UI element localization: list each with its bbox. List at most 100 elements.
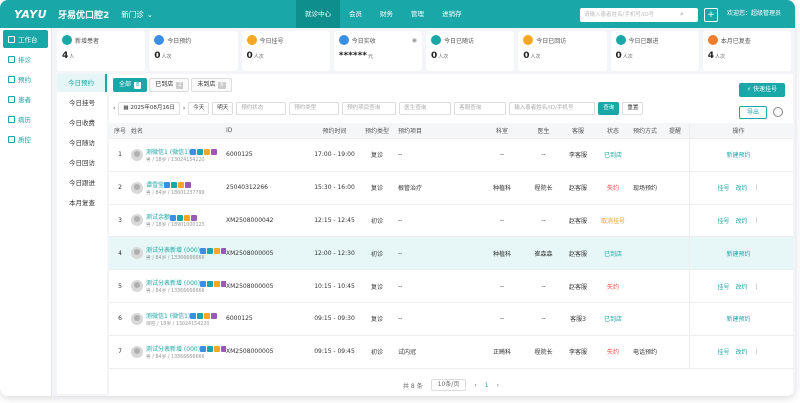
patient-name[interactable]: 测微信1 (微信1)	[146, 313, 190, 320]
clinic-name: 牙易优口腔2	[58, 10, 110, 21]
new-appointment-button[interactable]: 新建预约	[726, 150, 750, 159]
sidebar-item-dashboard[interactable]: 工作台	[3, 30, 48, 48]
subnav-today-revisit[interactable]: 今日回访	[57, 154, 107, 172]
next-page-icon[interactable]: ›	[497, 382, 499, 389]
tab-not-arrived[interactable]: 未到店 6	[191, 78, 232, 92]
add-button[interactable]: +	[704, 8, 718, 22]
appt-time: 17:00 - 19:00	[314, 151, 355, 159]
appt-type: 复诊	[370, 185, 383, 193]
tag-icon	[171, 182, 178, 189]
subnav-today-followup[interactable]: 今日随访	[57, 134, 107, 152]
patient-tags	[190, 149, 218, 156]
patient-cell: 测试余额男 / 18岁 / 18901000123	[131, 212, 226, 228]
sidebar-item-record[interactable]: 病历	[3, 110, 48, 128]
reschedule-button[interactable]: 改约	[736, 183, 748, 192]
date-picker[interactable]: ▦ 2025年08月16日	[118, 101, 180, 115]
doctor-select[interactable]: 医生查询	[399, 101, 452, 115]
nav-manage[interactable]: 管理	[402, 0, 433, 28]
store-selector[interactable]: 新门诊 ⌄	[121, 9, 153, 20]
page-number[interactable]: 1	[485, 382, 489, 389]
stat-card[interactable]: 今日已跟进 0人次	[610, 31, 699, 71]
search-icon[interactable]: ⌕	[680, 10, 690, 20]
service-staff: 赵客服	[568, 250, 587, 258]
stat-unit: 人次	[622, 54, 633, 60]
sidebar-item-patient[interactable]: 患者	[3, 90, 48, 108]
reschedule-button[interactable]: 改约	[736, 347, 748, 356]
subnav-today-appointment[interactable]: 今日预约	[57, 74, 107, 92]
patient-name[interactable]: 测试分表新增 (000)	[146, 346, 200, 353]
patient-name[interactable]: 谭雪莹	[146, 182, 164, 189]
item-select[interactable]: 预约项目查询	[342, 101, 397, 115]
more-icon[interactable]: ⋮	[754, 184, 760, 191]
next-date-icon[interactable]: ›	[183, 105, 185, 112]
more-icon[interactable]: ⋮	[754, 283, 760, 290]
prev-page-icon[interactable]: ‹	[474, 382, 476, 389]
register-button[interactable]: 挂号	[717, 347, 729, 356]
sidebar-item-appointment[interactable]: 预约	[3, 70, 48, 88]
service-select[interactable]: 客服查询	[454, 101, 507, 115]
row-no: 1	[118, 151, 122, 159]
reschedule-button[interactable]: 改约	[736, 282, 748, 291]
table-row: 2 谭雪莹男 / 84岁 / 18601237799 25040312266 15:3…	[109, 171, 793, 205]
register-button[interactable]: 挂号	[717, 216, 729, 225]
tab-arrived[interactable]: 已到店 2	[149, 78, 190, 92]
status-text: 失约	[606, 283, 619, 291]
patient-name[interactable]: 测微信1 (微信1)	[146, 149, 190, 156]
new-appointment-button[interactable]: 新建预约	[726, 249, 750, 258]
patient-name[interactable]: 测试分表新增 (000)	[146, 280, 200, 287]
subnav-today-track[interactable]: 今日跟进	[57, 174, 107, 192]
more-icon[interactable]: ⋮	[754, 348, 760, 355]
stat-card[interactable]: 新增患者 4人	[57, 31, 146, 71]
subnav-today-register[interactable]: 今日挂号	[57, 94, 107, 112]
stat-value-wrap: 4人	[62, 51, 140, 61]
status-select[interactable]: 预约状态	[236, 101, 287, 115]
nav-member[interactable]: 会员	[340, 0, 371, 28]
settings-icon[interactable]	[773, 107, 783, 117]
tomorrow-button[interactable]: 明天	[212, 101, 234, 115]
export-button[interactable]: 导出	[738, 106, 767, 119]
keyword-input[interactable]: 输入患者姓名/ID/手机号	[509, 101, 596, 115]
welcome-text[interactable]: 欢迎您：超级管理员	[727, 0, 781, 28]
subnav-month-review[interactable]: 本月复查	[57, 194, 107, 212]
prev-date-icon[interactable]: ‹	[113, 105, 115, 112]
avatar	[131, 345, 143, 358]
search-button[interactable]: 查询	[598, 101, 620, 115]
stat-unit: 元	[368, 54, 374, 60]
nav-inventory[interactable]: 进销存	[433, 0, 471, 28]
appt-type: 复诊	[370, 316, 383, 324]
stat-value-wrap: 0人次	[247, 51, 325, 61]
patient-name[interactable]: 测试余额	[146, 214, 170, 221]
tag-icon	[214, 247, 221, 254]
new-appointment-button[interactable]: 新建预约	[726, 314, 750, 323]
reschedule-button[interactable]: 改约	[736, 216, 748, 225]
stat-value-wrap: 0人次	[616, 51, 694, 61]
today-button[interactable]: 今天	[188, 101, 210, 115]
type-select[interactable]: 预约类型	[289, 101, 340, 115]
eye-icon[interactable]: ◉	[412, 37, 417, 44]
stat-card[interactable]: 今日已随访 0人次	[426, 31, 515, 71]
register-button[interactable]: 挂号	[717, 183, 729, 192]
patient-name[interactable]: 测试分表新增 (000)	[146, 247, 200, 254]
stat-unit: 人	[69, 54, 75, 60]
sidebar-item-quality[interactable]: 质控	[3, 130, 48, 148]
reset-button[interactable]: 重置	[622, 101, 644, 115]
nav-visit-center[interactable]: 就诊中心	[296, 0, 340, 28]
row-no: 6	[118, 315, 122, 323]
quick-register-button[interactable]: ⚡ 快速挂号	[738, 83, 785, 97]
nav-finance[interactable]: 财务	[371, 0, 402, 28]
stat-card[interactable]: 今日预约 0人次	[149, 31, 238, 71]
appt-item: --	[398, 216, 403, 224]
stat-card[interactable]: 本月已复查 4人次	[702, 31, 791, 71]
stat-card[interactable]: 今日实收 ◉ ******元	[333, 31, 422, 71]
sidebar-item-schedule[interactable]: 排诊	[3, 50, 48, 68]
stat-value: 4	[707, 51, 715, 61]
stat-unit: 人次	[161, 54, 172, 60]
subnav-today-charge[interactable]: 今日收费	[57, 114, 107, 132]
page-size-select[interactable]: 10条/页	[430, 379, 467, 391]
tab-all[interactable]: 全部 8	[113, 78, 148, 92]
stat-card[interactable]: 今日挂号 0人次	[241, 31, 330, 71]
more-icon[interactable]: ⋮	[754, 217, 760, 224]
stat-card[interactable]: 今日已回访 0人次	[518, 31, 607, 71]
register-button[interactable]: 挂号	[717, 282, 729, 291]
table-row: 1 测微信1 (微信1) 男 / 18岁 / 13024154220 6000125 1…	[109, 139, 793, 172]
